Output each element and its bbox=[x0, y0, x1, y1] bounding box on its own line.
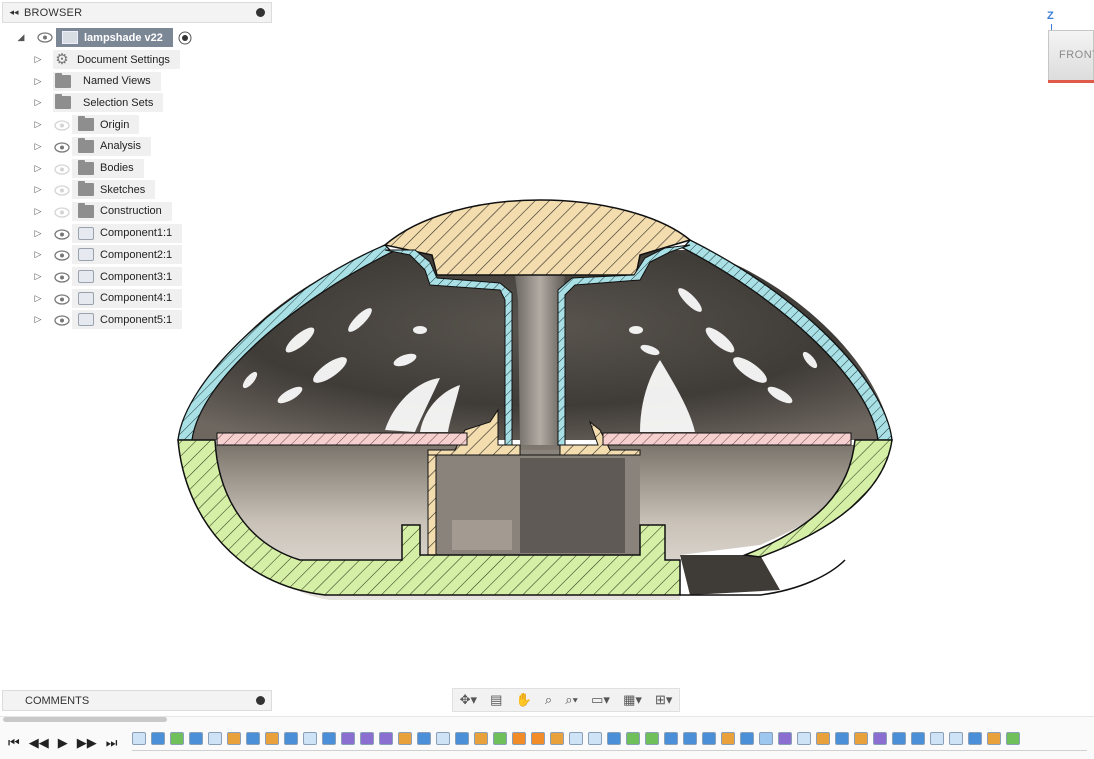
timeline-controls: ⏮ ◀◀ ▶ ▶▶ ⏭ bbox=[8, 735, 117, 751]
timeline-feature-icon[interactable] bbox=[683, 732, 697, 745]
center-socket bbox=[520, 458, 625, 553]
timeline-feature-icon[interactable] bbox=[873, 732, 887, 745]
led-plate-right bbox=[602, 432, 852, 446]
timeline-feature-icon[interactable] bbox=[588, 732, 602, 745]
pan-icon[interactable]: ✋ bbox=[516, 692, 532, 708]
timeline-feature-icon[interactable] bbox=[702, 732, 716, 745]
display-settings-icon[interactable]: ▭▾ bbox=[591, 692, 610, 708]
model-viewport[interactable] bbox=[0, 0, 1094, 758]
timeline-feature-icon[interactable] bbox=[512, 732, 526, 745]
timeline-feature-icon[interactable] bbox=[284, 732, 298, 745]
timeline-feature-icon[interactable] bbox=[778, 732, 792, 745]
timeline-feature-icon[interactable] bbox=[417, 732, 431, 745]
timeline-feature-icon[interactable] bbox=[626, 732, 640, 745]
timeline-feature-icon[interactable] bbox=[474, 732, 488, 745]
timeline-feature-icon[interactable] bbox=[930, 732, 944, 745]
timeline-scrollbar[interactable] bbox=[3, 717, 167, 722]
timeline-feature-icon[interactable] bbox=[436, 732, 450, 745]
timeline-feature-icon[interactable] bbox=[265, 732, 279, 745]
timeline-feature-icon[interactable] bbox=[759, 732, 773, 745]
timeline-feature-icon[interactable] bbox=[987, 732, 1001, 745]
timeline-feature-icon[interactable] bbox=[246, 732, 260, 745]
timeline-feature-icon[interactable] bbox=[151, 732, 165, 745]
timeline-feature-icon[interactable] bbox=[303, 732, 317, 745]
comments-panel[interactable]: COMMENTS bbox=[2, 690, 272, 711]
timeline-feature-icon[interactable] bbox=[645, 732, 659, 745]
timeline-feature-icon[interactable] bbox=[854, 732, 868, 745]
timeline-feature-icon[interactable] bbox=[493, 732, 507, 745]
timeline-feature-icon[interactable] bbox=[170, 732, 184, 745]
timeline-feature-icon[interactable] bbox=[208, 732, 222, 745]
timeline-feature-icon[interactable] bbox=[607, 732, 621, 745]
timeline-feature-icon[interactable] bbox=[455, 732, 469, 745]
timeline-feature-icon[interactable] bbox=[227, 732, 241, 745]
timeline-features bbox=[132, 732, 1020, 745]
cable-exit bbox=[680, 555, 780, 595]
timeline-feature-icon[interactable] bbox=[1006, 732, 1020, 745]
timeline-feature-icon[interactable] bbox=[816, 732, 830, 745]
timeline-feature-icon[interactable] bbox=[835, 732, 849, 745]
timeline-feature-icon[interactable] bbox=[398, 732, 412, 745]
look-at-icon[interactable]: ▤ bbox=[490, 692, 502, 708]
grid-settings-icon[interactable]: ▦▾ bbox=[623, 692, 642, 708]
go-to-end-icon[interactable]: ⏭ bbox=[106, 735, 118, 751]
comments-toggle-icon[interactable] bbox=[256, 696, 265, 705]
orbit-icon[interactable]: ✥▾ bbox=[460, 692, 477, 708]
timeline-feature-icon[interactable] bbox=[132, 732, 146, 745]
navigation-toolbar: ✥▾ ▤ ✋ ⌕ ⌕▾ ▭▾ ▦▾ ⊞▾ bbox=[452, 688, 680, 712]
timeline-feature-icon[interactable] bbox=[968, 732, 982, 745]
timeline-feature-icon[interactable] bbox=[550, 732, 564, 745]
socket-shelf bbox=[452, 520, 512, 550]
timeline-feature-icon[interactable] bbox=[797, 732, 811, 745]
led-plate-left bbox=[216, 432, 468, 446]
timeline-feature-icon[interactable] bbox=[569, 732, 583, 745]
timeline-feature-icon[interactable] bbox=[360, 732, 374, 745]
timeline-feature-icon[interactable] bbox=[322, 732, 336, 745]
timeline-feature-icon[interactable] bbox=[911, 732, 925, 745]
go-to-start-icon[interactable]: ⏮ bbox=[8, 735, 20, 751]
timeline-feature-icon[interactable] bbox=[949, 732, 963, 745]
zoom-window-icon[interactable]: ⌕▾ bbox=[565, 692, 578, 708]
timeline-feature-icon[interactable] bbox=[531, 732, 545, 745]
timeline-feature-icon[interactable] bbox=[379, 732, 393, 745]
play-icon[interactable]: ▶ bbox=[58, 735, 68, 751]
timeline-ticks bbox=[132, 750, 1087, 754]
step-forward-icon[interactable]: ▶▶ bbox=[77, 735, 97, 751]
timeline-feature-icon[interactable] bbox=[189, 732, 203, 745]
timeline-feature-icon[interactable] bbox=[740, 732, 754, 745]
comments-title: COMMENTS bbox=[25, 694, 90, 707]
zoom-icon[interactable]: ⌕ bbox=[545, 692, 552, 708]
timeline-feature-icon[interactable] bbox=[721, 732, 735, 745]
step-back-icon[interactable]: ◀◀ bbox=[29, 735, 49, 751]
timeline-feature-icon[interactable] bbox=[892, 732, 906, 745]
timeline-feature-icon[interactable] bbox=[664, 732, 678, 745]
viewports-icon[interactable]: ⊞▾ bbox=[655, 692, 672, 708]
timeline-feature-icon[interactable] bbox=[341, 732, 355, 745]
cap-wall-left bbox=[427, 454, 437, 556]
